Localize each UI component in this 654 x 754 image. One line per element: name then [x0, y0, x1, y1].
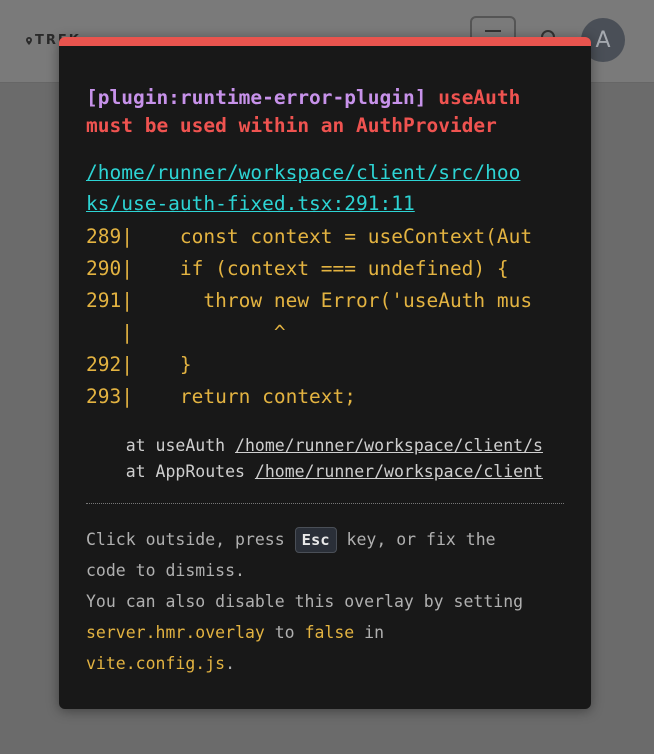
code-line: 291| throw new Error('useAuth mus [86, 289, 533, 312]
plugin-tag: [plugin:runtime-error-plugin] [86, 86, 427, 109]
stack-location-link[interactable]: /home/runner/workspace/client [255, 462, 543, 481]
error-message: [plugin:runtime-error-plugin] useAuth mu… [86, 84, 564, 140]
stack-location-link[interactable]: /home/runner/workspace/client/s [235, 436, 543, 455]
dismiss-tip: Click outside, press Esc key, or fix the… [86, 524, 564, 679]
code-line: 292| } [86, 353, 192, 376]
config-file-name: vite.config.js [86, 654, 226, 673]
divider [86, 503, 564, 504]
error-file-link[interactable]: /home/runner/workspace/client/src/hoo ks… [86, 157, 564, 219]
tip-line: server.hmr.overlay to false in [86, 617, 564, 648]
stack-frame: at useAuth /home/runner/workspace/client… [86, 433, 564, 459]
tip-line: vite.config.js. [86, 648, 564, 679]
code-line: 289| const context = useContext(Aut [86, 225, 533, 248]
tip-line: You can also disable this overlay by set… [86, 592, 524, 611]
error-overlay: [plugin:runtime-error-plugin] useAuth mu… [59, 37, 591, 709]
tip-line: Click outside, press Esc key, or fix the [86, 524, 564, 555]
tip-text: key, or fix the [336, 530, 496, 549]
tip-text: Click outside, press [86, 530, 295, 549]
code-pointer-line: | ^ [86, 321, 286, 344]
error-text-part1: useAuth [426, 86, 521, 109]
stack-function: at AppRoutes [86, 462, 255, 481]
map-pin-icon [26, 36, 32, 45]
setting-name: server.hmr.overlay [86, 623, 265, 642]
file-path-line2: ks/use-auth-fixed.tsx:291:11 [86, 192, 415, 215]
tip-text: to [264, 623, 305, 642]
stack-trace: at useAuth /home/runner/workspace/client… [86, 433, 564, 485]
stack-frame: at AppRoutes /home/runner/workspace/clie… [86, 459, 564, 485]
tip-text: . [225, 654, 236, 673]
esc-key: Esc [294, 527, 337, 553]
code-line: 290| if (context === undefined) { [86, 257, 509, 280]
tip-line: code to dismiss. [86, 561, 245, 580]
stack-function: at useAuth [86, 436, 236, 455]
file-path-line1: /home/runner/workspace/client/src/hoo [86, 161, 521, 184]
tip-text: in [354, 623, 385, 642]
error-text-part2: must be used within an AuthProvider [86, 114, 497, 137]
menu-icon [485, 30, 501, 32]
false-value: false [304, 623, 355, 642]
code-line: 293| return context; [86, 385, 357, 408]
code-frame: 289| const context = useContext(Aut 290|… [86, 221, 564, 413]
